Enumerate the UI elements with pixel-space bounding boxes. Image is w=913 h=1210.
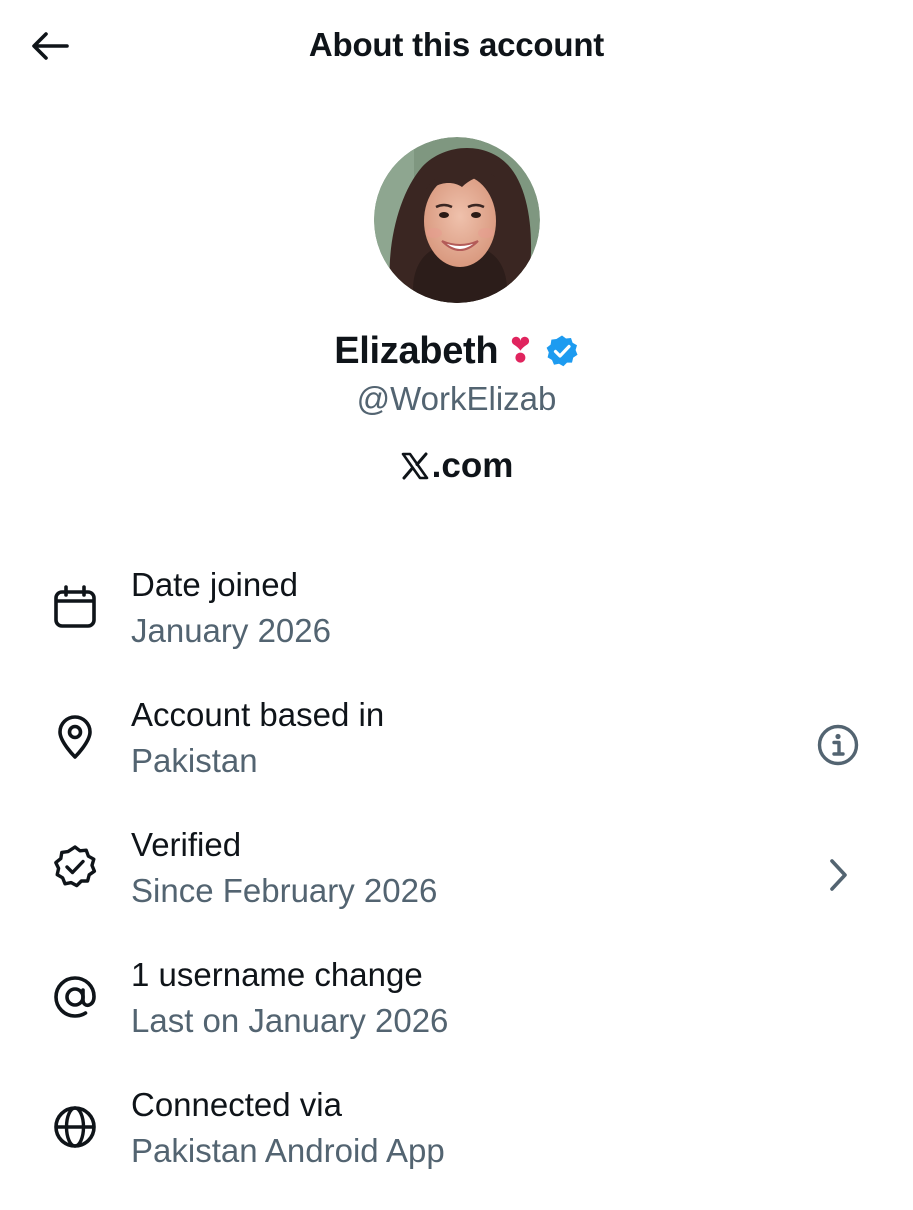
detail-date-joined: Date joined January 2026 bbox=[0, 560, 913, 690]
heart-exclamation-emoji: ❣ bbox=[506, 331, 535, 371]
detail-value: January 2026 bbox=[131, 612, 331, 649]
detail-title: 1 username change bbox=[131, 956, 423, 993]
calendar-icon bbox=[54, 585, 96, 628]
detail-title: Connected via bbox=[131, 1086, 342, 1123]
detail-value: Pakistan Android App bbox=[131, 1132, 445, 1169]
location-pin-icon bbox=[58, 715, 92, 759]
avatar[interactable] bbox=[373, 137, 540, 303]
globe-icon bbox=[54, 1106, 96, 1148]
x-logo-icon bbox=[401, 452, 428, 480]
top-bar: About this account bbox=[0, 0, 913, 96]
at-sign-icon bbox=[54, 976, 96, 1018]
detail-title: Verified bbox=[131, 826, 242, 863]
detail-account-location: Account based in Pakistan bbox=[0, 690, 913, 820]
detail-value: Since February 2026 bbox=[131, 872, 438, 909]
detail-connected-via: Connected via Pakistan Android App bbox=[0, 1080, 913, 1210]
verified-badge-icon[interactable] bbox=[545, 334, 579, 368]
detail-title: Account based in bbox=[131, 696, 385, 733]
account-details-list: Date joined January 2026 Account based i… bbox=[0, 560, 913, 1210]
detail-title: Date joined bbox=[131, 566, 298, 603]
name-row: Elizabeth ❣ bbox=[0, 325, 913, 377]
verified-badge-icon bbox=[54, 845, 97, 888]
page-title: About this account bbox=[308, 26, 605, 63]
display-name: Elizabeth bbox=[334, 329, 499, 372]
detail-username-changes: 1 username change Last on January 2026 bbox=[0, 950, 913, 1080]
info-icon bbox=[817, 724, 859, 766]
detail-verified[interactable]: Verified Since February 2026 bbox=[0, 820, 913, 950]
site-label: .com bbox=[0, 443, 913, 489]
detail-value: Pakistan bbox=[131, 742, 258, 779]
info-button[interactable] bbox=[815, 722, 861, 768]
verified-details-button[interactable] bbox=[815, 852, 861, 898]
username-handle: @WorkElizab bbox=[356, 380, 557, 417]
detail-value: Last on January 2026 bbox=[131, 1002, 449, 1039]
site-domain: .com bbox=[431, 446, 514, 485]
chevron-right-icon bbox=[830, 859, 847, 891]
profile-summary: Elizabeth ❣ @WorkElizab .com bbox=[0, 137, 913, 489]
